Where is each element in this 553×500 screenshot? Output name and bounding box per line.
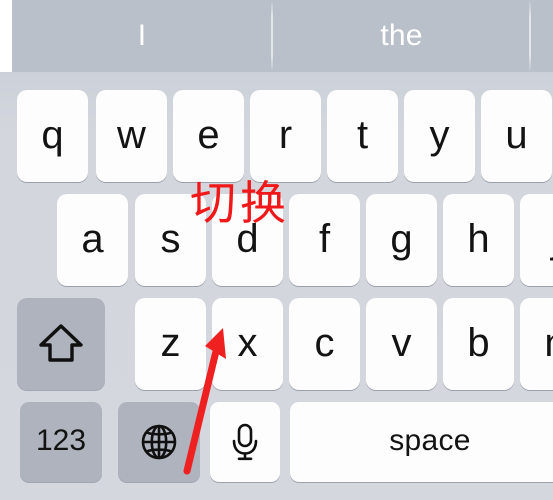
- key-numbers[interactable]: 123: [20, 402, 102, 482]
- prediction-suggestion-0[interactable]: I: [12, 0, 272, 72]
- prediction-suggestion-1-label: the: [380, 19, 423, 52]
- prediction-suggestion-2[interactable]: [531, 0, 553, 72]
- key-f[interactable]: f: [289, 194, 360, 286]
- keyboard-row-3: z x c v b n: [0, 298, 553, 392]
- key-u-label: u: [505, 113, 528, 157]
- key-dictation[interactable]: [210, 402, 280, 482]
- key-t[interactable]: t: [327, 90, 398, 182]
- key-q[interactable]: q: [17, 90, 88, 182]
- key-y[interactable]: y: [404, 90, 475, 182]
- keyboard-row-1: q w e r t y u: [0, 90, 553, 184]
- key-q-label: q: [41, 113, 64, 157]
- key-u[interactable]: u: [481, 90, 552, 182]
- key-e[interactable]: e: [173, 90, 244, 182]
- key-w[interactable]: w: [96, 90, 167, 182]
- key-e-label: e: [197, 113, 220, 157]
- key-a[interactable]: a: [57, 194, 128, 286]
- key-g-label: g: [390, 217, 413, 261]
- key-t-label: t: [356, 113, 369, 157]
- key-b[interactable]: b: [443, 298, 514, 390]
- shift-arrow-icon: [38, 322, 84, 366]
- key-n-label: n: [544, 323, 553, 363]
- keyboard-row-4: 123 space: [0, 402, 553, 492]
- key-numbers-label: 123: [35, 424, 87, 457]
- keyboard-screen: I the q w e r t y u a s d f g h z x c v …: [0, 0, 553, 500]
- key-x-label: x: [237, 321, 258, 365]
- key-r[interactable]: r: [250, 90, 321, 182]
- key-n[interactable]: n: [520, 298, 553, 390]
- key-v-label: v: [391, 321, 412, 365]
- key-j[interactable]: j: [520, 194, 553, 286]
- key-y-label: y: [429, 113, 450, 157]
- key-g[interactable]: g: [366, 194, 437, 286]
- key-b-label: b: [467, 321, 490, 365]
- annotation-label: 切换: [190, 176, 290, 230]
- key-w-label: w: [117, 113, 146, 157]
- key-r-label: r: [278, 113, 293, 157]
- key-a-label: a: [81, 217, 104, 261]
- key-z-label: z: [160, 321, 181, 365]
- key-space-label: space: [389, 424, 471, 457]
- key-space[interactable]: space: [290, 402, 553, 482]
- microphone-icon: [228, 421, 262, 463]
- key-v[interactable]: v: [366, 298, 437, 390]
- globe-icon: [138, 421, 180, 463]
- key-z[interactable]: z: [135, 298, 206, 390]
- prediction-suggestion-0-label: I: [137, 19, 147, 52]
- key-shift[interactable]: [17, 298, 105, 390]
- key-h[interactable]: h: [443, 194, 514, 286]
- key-f-label: f: [318, 217, 331, 261]
- keyboard: q w e r t y u a s d f g h z x c v b 123 …: [0, 72, 553, 500]
- key-c[interactable]: c: [289, 298, 360, 390]
- key-x[interactable]: x: [212, 298, 283, 390]
- key-s-label: s: [160, 217, 181, 261]
- key-c-label: c: [314, 321, 335, 365]
- prediction-bar: I the: [12, 0, 553, 72]
- prediction-suggestion-1[interactable]: the: [273, 0, 530, 72]
- key-h-label: h: [467, 217, 490, 261]
- key-globe[interactable]: [118, 402, 200, 482]
